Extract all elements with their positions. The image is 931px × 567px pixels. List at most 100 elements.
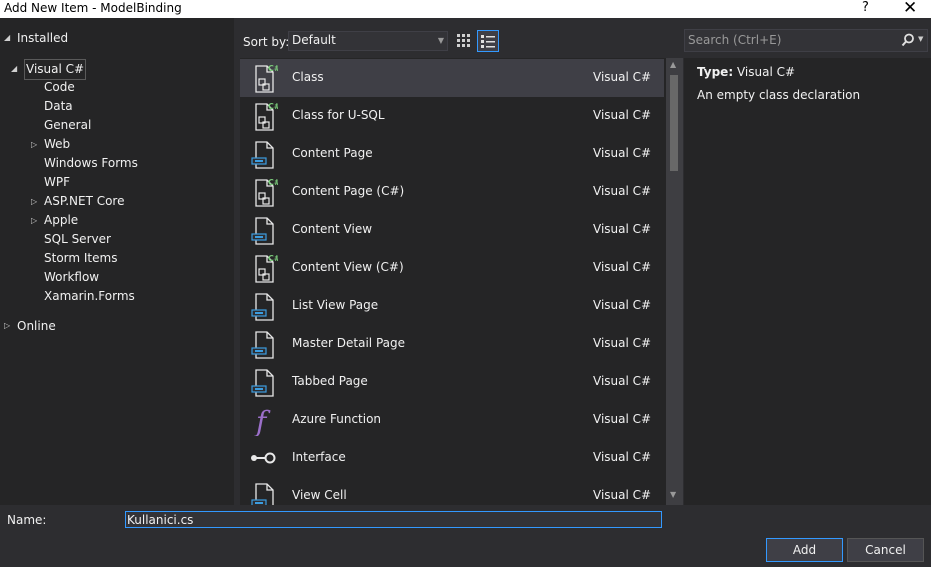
tree-item-label: SQL Server: [44, 232, 111, 246]
template-name: Class: [292, 70, 324, 84]
tree-item-label: Data: [44, 99, 73, 113]
help-button[interactable]: ?: [862, 0, 869, 15]
bottom-bar: Name: Add Cancel: [0, 505, 931, 567]
details-panel: Type: Visual C# An empty class declarati…: [684, 58, 931, 505]
list-view-button[interactable]: [477, 30, 499, 52]
template-language: Visual C#: [593, 146, 652, 160]
description: An empty class declaration: [697, 88, 861, 102]
xaml-page-icon: [248, 290, 278, 322]
template-language: Visual C#: [593, 488, 652, 502]
add-button[interactable]: Add: [766, 538, 843, 562]
name-label: Name:: [7, 513, 47, 527]
search-box[interactable]: ▼: [684, 29, 928, 52]
sort-value: Default: [292, 33, 336, 47]
tree-item-label: Workflow: [44, 270, 100, 284]
collapsed-arrow-icon[interactable]: ▷: [31, 192, 37, 211]
tree-item-label: Windows Forms: [44, 156, 138, 170]
template-language: Visual C#: [593, 336, 652, 350]
template-name: Content View (C#): [292, 260, 404, 274]
template-language: Visual C#: [593, 412, 652, 426]
grid-view-icon: [457, 34, 470, 47]
template-row[interactable]: View Cell Visual C#: [240, 477, 664, 505]
scroll-down-icon[interactable]: ▼: [670, 490, 676, 499]
template-name: List View Page: [292, 298, 379, 312]
template-name: Content Page (C#): [292, 184, 405, 198]
interface-icon: [248, 442, 278, 474]
template-name: Class for U-SQL: [292, 108, 385, 122]
template-language: Visual C#: [593, 70, 652, 84]
svg-text:C#: C#: [268, 254, 278, 263]
xaml-page-icon: [248, 138, 278, 170]
scroll-up-icon[interactable]: ▲: [670, 60, 676, 69]
list-view-icon: [481, 35, 495, 48]
template-language: Visual C#: [593, 260, 652, 274]
tree-item-label: Code: [44, 80, 75, 94]
xaml-page-icon: [248, 214, 278, 246]
xaml-page-icon: [248, 366, 278, 398]
xaml-page-icon: [248, 480, 278, 505]
template-name: View Cell: [292, 488, 347, 502]
close-button[interactable]: ✕: [903, 0, 917, 18]
csharp-class-icon: C#: [248, 252, 281, 284]
chevron-down-icon: ▼: [437, 36, 444, 45]
search-options-icon[interactable]: ▼: [918, 35, 923, 43]
template-row[interactable]: C# Content Page (C#) Visual C#: [240, 173, 664, 211]
tree-item-label: Apple: [44, 213, 79, 227]
template-row[interactable]: C# Class for U-SQL Visual C#: [240, 97, 664, 135]
sort-dropdown[interactable]: Default ▼: [288, 31, 448, 51]
template-language: Visual C#: [593, 108, 652, 122]
template-name: Tabbed Page: [292, 374, 368, 388]
csharp-class-icon: C#: [248, 176, 281, 208]
name-input[interactable]: [125, 511, 662, 528]
online-label: Online: [17, 319, 56, 333]
sort-label: Sort by:: [243, 35, 290, 49]
function-icon: f: [248, 404, 278, 438]
collapsed-arrow-icon[interactable]: ▷: [31, 211, 37, 230]
tree-item-label: Web: [44, 137, 71, 151]
template-row[interactable]: List View Page Visual C#: [240, 287, 664, 325]
collapsed-arrow-icon: ▷: [4, 321, 11, 330]
template-row[interactable]: Interface Visual C#: [240, 439, 664, 477]
online-section[interactable]: ▷ Online: [0, 316, 234, 336]
expanded-arrow-icon: ◢: [4, 33, 11, 42]
installed-section[interactable]: ◢ Installed: [0, 28, 234, 48]
template-row[interactable]: Tabbed Page Visual C#: [240, 363, 664, 401]
tree-item-label: WPF: [44, 175, 71, 189]
svg-text:C#: C#: [268, 102, 278, 111]
csharp-class-icon: C#: [248, 100, 281, 132]
template-name: Interface: [292, 450, 346, 464]
type-key: Type:: [697, 65, 734, 79]
template-row[interactable]: Master Detail Page Visual C#: [240, 325, 664, 363]
template-row[interactable]: C# Class Visual C#: [240, 59, 664, 97]
csharp-class-icon: C#: [248, 62, 281, 94]
xaml-page-icon: [248, 328, 278, 360]
tree-item-label: ASP.NET Core: [44, 194, 125, 208]
template-language: Visual C#: [593, 222, 652, 236]
template-row[interactable]: Content Page Visual C#: [240, 135, 664, 173]
template-language: Visual C#: [593, 450, 652, 464]
template-row[interactable]: C# Content View (C#) Visual C#: [240, 249, 664, 287]
template-language: Visual C#: [593, 298, 652, 312]
svg-text:C#: C#: [268, 178, 278, 187]
type-value: Visual C#: [736, 65, 796, 79]
type-line: Type: Visual C#: [697, 65, 795, 79]
collapsed-arrow-icon[interactable]: ▷: [31, 135, 37, 154]
search-icon: [901, 33, 914, 47]
grid-view-button[interactable]: [453, 30, 473, 50]
template-row[interactable]: f Azure Function Visual C#: [240, 401, 664, 439]
template-list: C# Class Visual C# C# Class for U-SQL Visual …: [240, 58, 667, 505]
tree-item-label: Xamarin.Forms: [44, 289, 135, 303]
search-input[interactable]: [688, 32, 888, 48]
expanded-arrow-icon[interactable]: ◢: [11, 59, 17, 78]
template-name: Master Detail Page: [292, 336, 406, 350]
svg-text:f: f: [254, 405, 271, 436]
tree-item-label: Storm Items: [44, 251, 118, 265]
template-list-scrollbar[interactable]: ▲ ▼: [666, 58, 683, 505]
template-name: Content View: [292, 222, 373, 236]
template-category-panel: ◢ Installed ◢ Visual C# Code Data General ▷ We…: [0, 18, 234, 505]
scroll-thumb[interactable]: [670, 75, 678, 171]
cancel-button[interactable]: Cancel: [847, 538, 924, 562]
template-row[interactable]: Content View Visual C#: [240, 211, 664, 249]
tree-item-label: General: [44, 118, 92, 132]
template-name: Content Page: [292, 146, 373, 160]
